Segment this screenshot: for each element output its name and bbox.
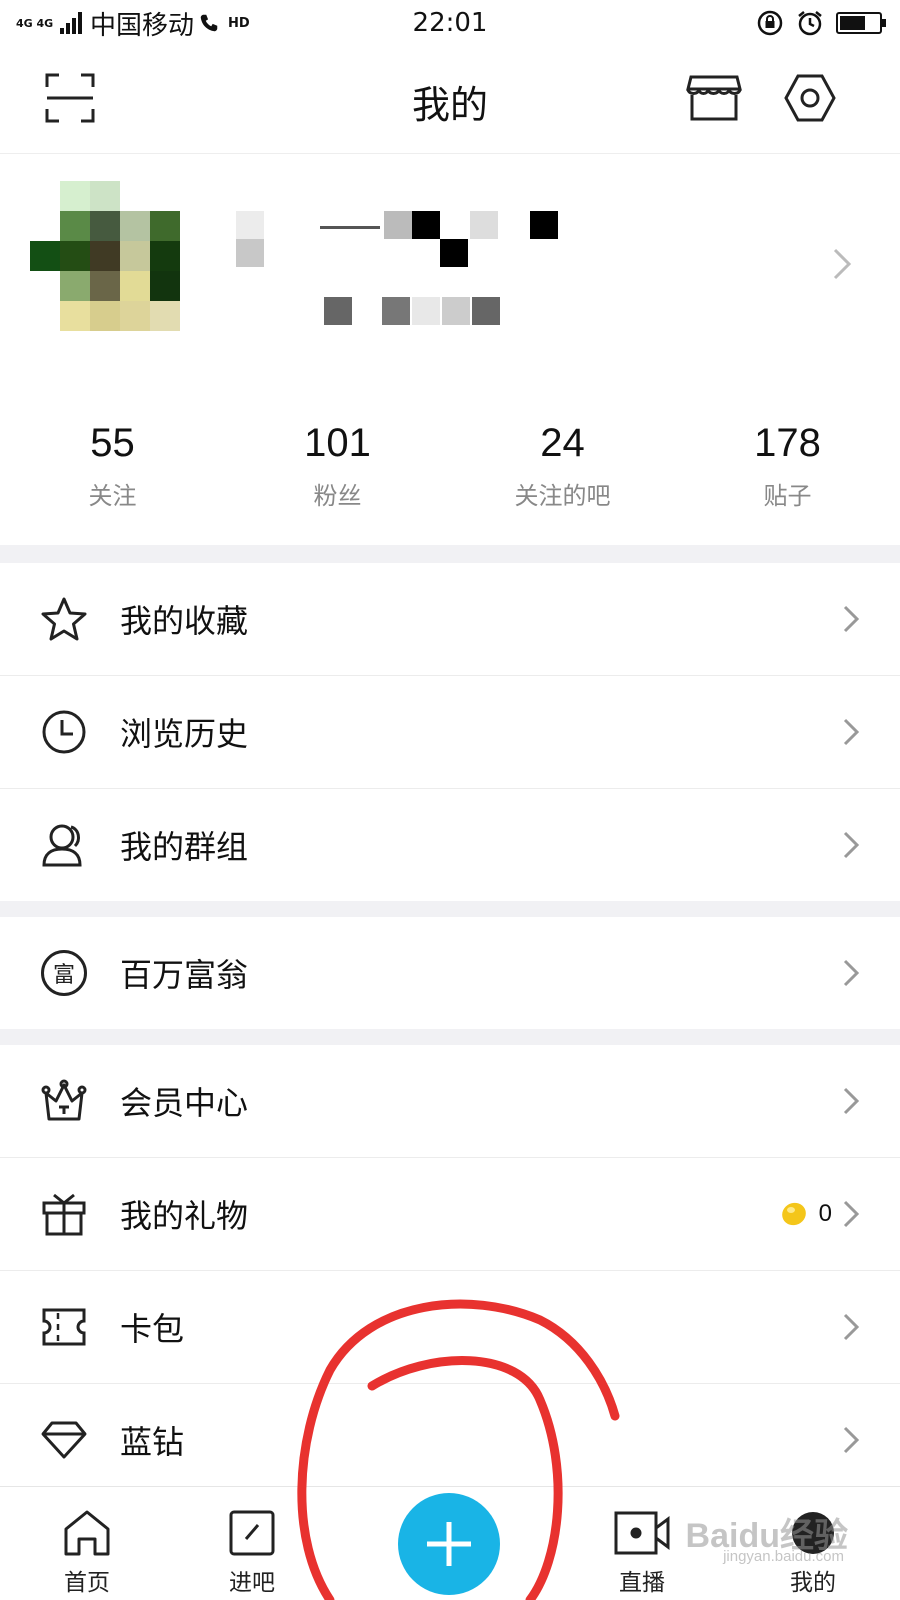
store-button[interactable] (684, 68, 744, 128)
fortune-icon: 富 (41, 950, 87, 996)
menu-vip-center[interactable]: 会员中心 (0, 1045, 900, 1157)
alarm-icon (798, 11, 822, 36)
section-separator (0, 1029, 900, 1045)
chevron-right-icon (843, 959, 860, 987)
section-separator (0, 901, 900, 917)
stat-value: 55 (90, 421, 135, 465)
menu-gifts[interactable]: 我的礼物 0 (0, 1158, 900, 1270)
menu-label: 我的收藏 (120, 602, 249, 640)
battery-icon (836, 12, 886, 34)
tab-home[interactable]: 首页 (22, 1487, 152, 1600)
gift-coin-count: 0 (818, 1200, 832, 1227)
stat-label: 粉丝 (313, 482, 362, 510)
chevron-right-icon (843, 1313, 860, 1341)
rotation-lock-icon (757, 10, 783, 36)
store-icon (686, 75, 742, 121)
settings-icon (784, 74, 836, 122)
menu-favorites[interactable]: 我的收藏 (0, 563, 900, 675)
stat-fans[interactable]: 101 粉丝 (225, 383, 450, 545)
avatar[interactable] (30, 181, 180, 331)
stat-value: 101 (304, 421, 371, 465)
stat-posts[interactable]: 178 贴子 (675, 383, 900, 545)
gift-icon (42, 1193, 86, 1236)
menu-label: 浏览历史 (120, 715, 249, 753)
stat-label: 关注 (88, 482, 137, 510)
stat-label: 关注的吧 (514, 482, 611, 510)
chevron-right-icon (833, 248, 852, 280)
stat-following[interactable]: 55 关注 (0, 383, 225, 545)
menu-label: 我的礼物 (120, 1197, 249, 1235)
tab-label: 我的 (790, 1570, 836, 1596)
menu-history[interactable]: 浏览历史 (0, 676, 900, 788)
baidu-watermark-url: jingyan.baidu.com (723, 1548, 844, 1565)
enter-bar-icon (229, 1510, 275, 1556)
tab-label: 首页 (64, 1570, 110, 1596)
menu-label: 会员中心 (120, 1084, 249, 1122)
diamond-icon (41, 1421, 87, 1459)
section-separator (0, 545, 900, 563)
group-icon (42, 824, 82, 867)
post-button[interactable] (398, 1493, 500, 1595)
top-nav-bar: 我的 (0, 46, 900, 154)
user-subtitle-redacted (236, 295, 536, 329)
chevron-right-icon (843, 1426, 860, 1454)
crown-icon (41, 1079, 87, 1121)
network-type: 4G 4G (16, 16, 54, 30)
chevron-right-icon (843, 831, 860, 859)
menu-label: 百万富翁 (120, 956, 249, 994)
ticket-icon (42, 1308, 86, 1346)
menu-millionaire[interactable]: 富 百万富翁 (0, 917, 900, 1029)
menu-label: 蓝钻 (120, 1423, 185, 1461)
chevron-right-icon (843, 605, 860, 633)
page-title: 我的 (411, 83, 488, 127)
username-redacted (236, 211, 576, 267)
menu-card-wallet[interactable]: 卡包 (0, 1271, 900, 1383)
menu-blue-diamond[interactable]: 蓝钻 (0, 1384, 900, 1496)
plus-icon (427, 1522, 471, 1566)
fortune-icon-char: 富 (52, 963, 75, 988)
hd-badge: HD (228, 15, 250, 31)
menu-label: 我的群组 (120, 828, 249, 866)
stat-value: 178 (754, 421, 821, 465)
stats-row: 55 关注 101 粉丝 24 关注的吧 178 贴子 (0, 383, 900, 545)
menu-groups[interactable]: 我的群组 (0, 789, 900, 901)
coin-icon (781, 1202, 806, 1226)
chevron-right-icon (843, 1200, 860, 1228)
stat-value: 24 (540, 421, 585, 465)
stat-label: 贴子 (763, 482, 812, 510)
carrier-name: 中国移动 (90, 10, 195, 41)
status-bar: 4G 4G 中国移动 HD 22:01 (0, 0, 900, 46)
home-icon (64, 1510, 110, 1556)
tab-label: 进吧 (229, 1570, 275, 1596)
stat-followed-bars[interactable]: 24 关注的吧 (450, 383, 675, 545)
tab-label: 直播 (619, 1570, 665, 1596)
tab-jinba[interactable]: 进吧 (187, 1487, 317, 1600)
video-camera-icon (614, 1511, 670, 1555)
settings-button[interactable] (780, 68, 840, 128)
profile-card[interactable] (0, 155, 900, 380)
phone-icon (200, 14, 218, 32)
clock-icon (42, 710, 86, 754)
chevron-right-icon (843, 718, 860, 746)
star-icon (41, 597, 87, 641)
chevron-right-icon (843, 1087, 860, 1115)
signal-icon (60, 12, 82, 34)
menu-label: 卡包 (120, 1310, 185, 1348)
